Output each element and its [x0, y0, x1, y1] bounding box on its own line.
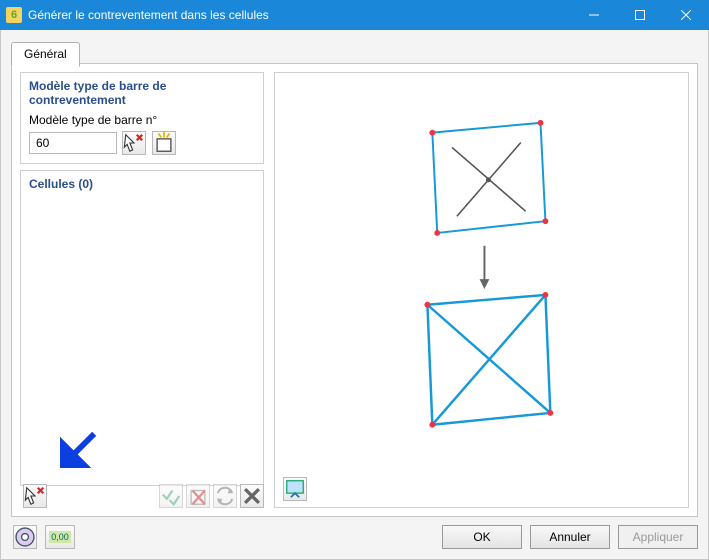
close-button[interactable] — [663, 0, 709, 30]
pick-model-button[interactable] — [122, 131, 146, 155]
help-button[interactable] — [13, 525, 37, 549]
model-number-label: Modèle type de barre n° — [29, 113, 255, 127]
units-button[interactable]: 0,00 — [45, 525, 75, 549]
preview-illustration — [275, 73, 688, 507]
maximize-button[interactable] — [617, 0, 663, 30]
preview-panel — [274, 72, 689, 508]
left-column: Modèle type de barre de contreventement … — [20, 72, 264, 508]
delete-selection-button[interactable] — [186, 484, 210, 508]
model-group: Modèle type de barre de contreventement … — [20, 72, 264, 164]
title-bar: 6 Générer le contreventement dans les ce… — [0, 0, 709, 30]
app-icon: 6 — [6, 7, 22, 23]
tab-page-general: Modèle type de barre de contreventement … — [11, 63, 698, 517]
preview-mode-button[interactable] — [283, 477, 307, 501]
minimize-button[interactable] — [571, 0, 617, 30]
pick-cells-button[interactable] — [23, 484, 47, 508]
check-selection-button[interactable] — [159, 484, 183, 508]
model-group-title: Modèle type de barre de contreventement — [29, 79, 255, 107]
cells-group: Cellules (0) — [20, 170, 264, 486]
cancel-button[interactable]: Annuler — [530, 525, 610, 549]
units-button-text: 0,00 — [49, 531, 71, 543]
model-number-stepper[interactable] — [29, 132, 117, 154]
tab-general-label: Général — [24, 47, 67, 61]
cells-tool-row — [20, 484, 264, 508]
tab-general[interactable]: Général — [11, 42, 80, 67]
cells-group-title: Cellules (0) — [29, 177, 255, 191]
new-model-button[interactable] — [152, 131, 176, 155]
bottom-bar: 0,00 OK Annuler Appliquer — [11, 523, 698, 551]
apply-button: Appliquer — [618, 525, 698, 549]
remove-button[interactable] — [240, 484, 264, 508]
window-title: Générer le contreventement dans les cell… — [28, 8, 571, 22]
swap-button[interactable] — [213, 484, 237, 508]
client-area: Général Modèle type de barre de contreve… — [0, 30, 709, 560]
ok-button[interactable]: OK — [442, 525, 522, 549]
tab-strip: Général — [11, 42, 80, 67]
model-number-input[interactable] — [34, 135, 92, 151]
